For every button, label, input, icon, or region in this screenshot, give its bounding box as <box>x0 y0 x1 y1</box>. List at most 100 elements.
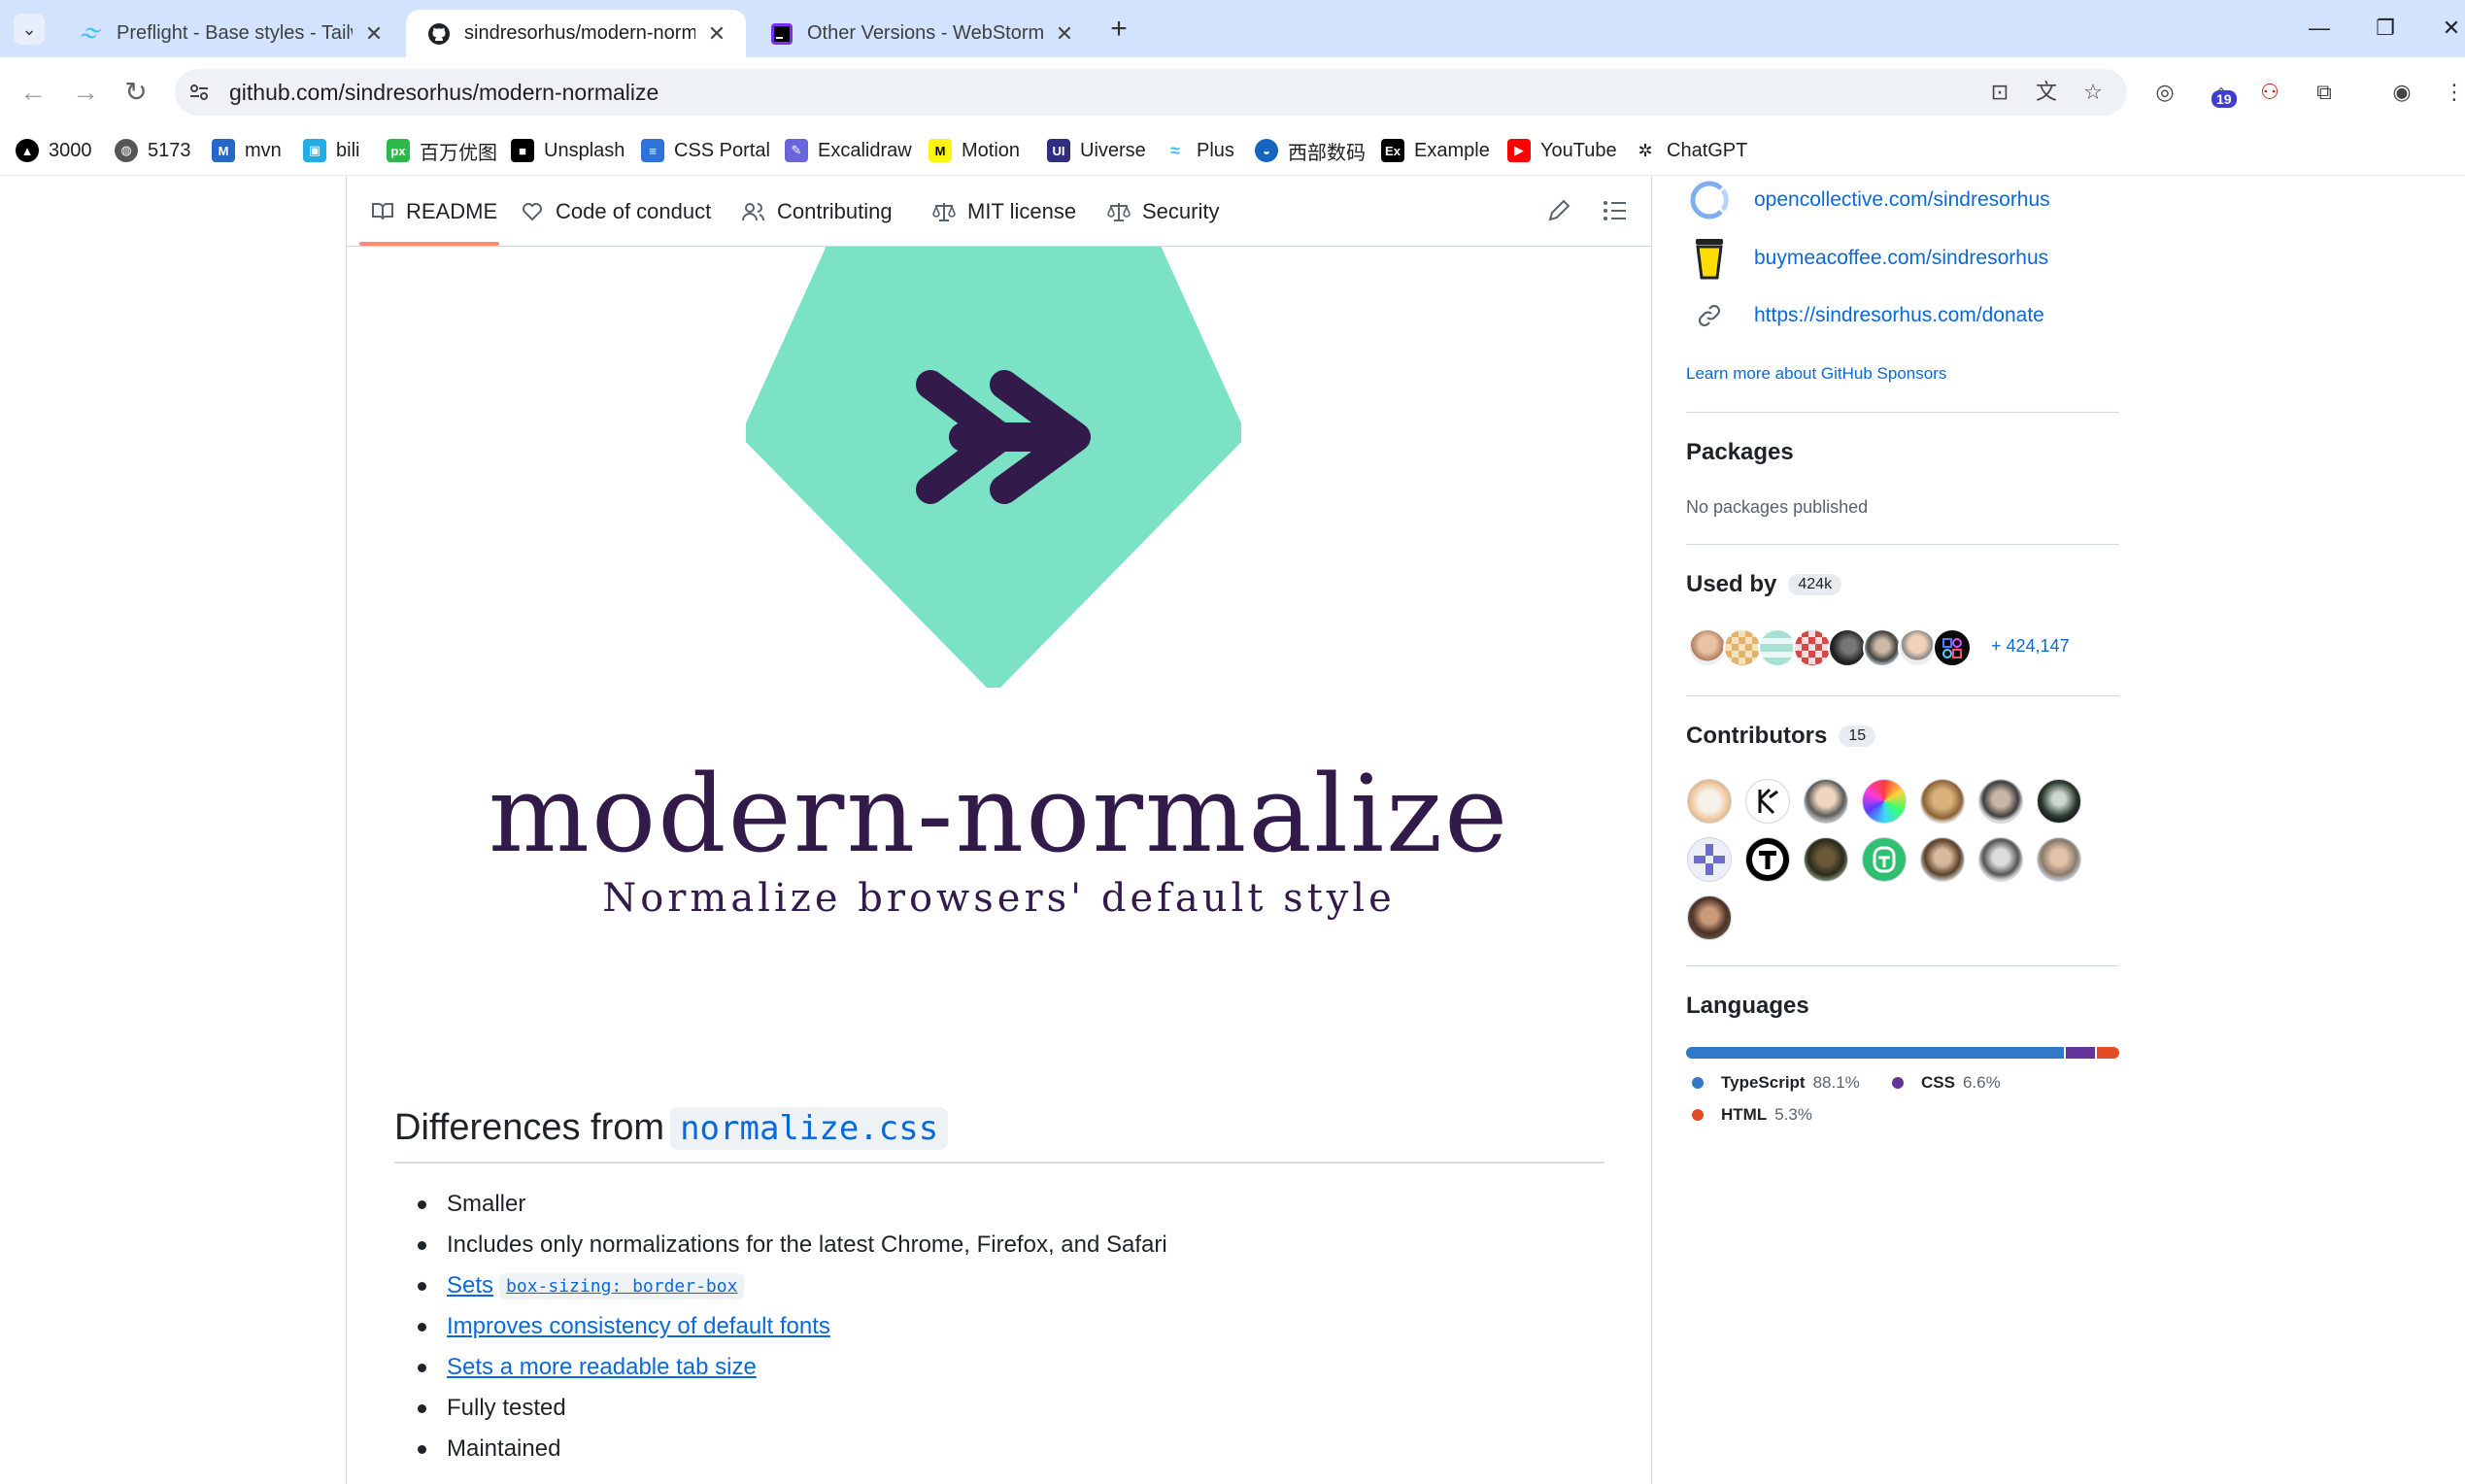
tab-security[interactable]: Security <box>1107 194 1219 229</box>
profile-icon[interactable]: ◉ <box>2385 76 2418 109</box>
sponsor-handle: sindresorhus <box>1933 188 2050 211</box>
back-button[interactable]: ← <box>14 73 52 112</box>
minimize-button[interactable]: — <box>2300 12 2339 45</box>
tab-readme[interactable]: README <box>371 194 497 229</box>
contributor-avatar[interactable] <box>1920 837 1965 882</box>
bookmark-label: Excalidraw <box>818 139 912 161</box>
list-item-link[interactable]: Sets <box>447 1272 493 1299</box>
restore-button[interactable]: ❐ <box>2366 12 2405 45</box>
contributor-avatar[interactable] <box>1687 895 1732 940</box>
packages-text: No packages published <box>1686 497 1869 517</box>
bookmark-item[interactable]: Mmvn <box>212 133 282 168</box>
extension-icon[interactable]: ◎ <box>2148 76 2181 109</box>
install-app-icon[interactable]: ⊡ <box>1983 76 2016 109</box>
bookmark-item[interactable]: ◒ 西部数码 <box>1255 133 1366 168</box>
learn-more-link[interactable]: Learn more about GitHub Sponsors <box>1686 364 1946 384</box>
list-item-text: Smaller <box>447 1191 526 1217</box>
bookmark-item[interactable]: ◍ 5173 <box>115 133 191 168</box>
bookmark-item[interactable]: Ex Example <box>1381 133 1490 168</box>
contributor-avatar[interactable] <box>1687 837 1732 882</box>
outline-list-icon[interactable] <box>1601 196 1630 225</box>
edit-pencil-icon[interactable] <box>1544 196 1573 225</box>
active-tab-indicator <box>359 242 499 246</box>
contributor-avatar[interactable] <box>2037 779 2081 824</box>
sidebar-divider <box>1686 695 2119 696</box>
url-text[interactable]: github.com/sindresorhus/modern-normalize <box>229 78 658 107</box>
sponsor-link[interactable]: opencollective.com/sindresorhus <box>1686 179 2050 221</box>
used-by-header[interactable]: Used by 424k <box>1686 571 1842 598</box>
site-info-icon[interactable] <box>186 80 212 105</box>
avatar[interactable] <box>1688 628 1727 667</box>
avatar[interactable] <box>1758 628 1797 667</box>
avatar[interactable] <box>1933 628 1972 667</box>
contributor-avatar[interactable] <box>1687 779 1732 824</box>
contributor-avatar[interactable] <box>1804 837 1848 882</box>
avatar[interactable] <box>1898 628 1937 667</box>
contributor-avatar[interactable] <box>2037 837 2081 882</box>
bookmark-item[interactable]: ✲ ChatGPT <box>1634 133 1747 168</box>
avatar[interactable] <box>1793 628 1832 667</box>
bookmark-item[interactable]: UI Uiverse <box>1047 133 1146 168</box>
sponsor-link[interactable]: https://sindresorhus.com/donate <box>1686 294 2044 337</box>
language-item[interactable]: HTML 5.3% <box>1692 1105 1812 1125</box>
bookmark-star-icon[interactable]: ☆ <box>2077 76 2110 109</box>
bookmark-item[interactable]: ■ Unsplash <box>511 133 625 168</box>
tab-contributing[interactable]: Contributing <box>742 194 893 229</box>
tab-search-button[interactable]: ⌄ <box>14 14 45 45</box>
close-icon[interactable]: ✕ <box>705 21 728 46</box>
contributor-avatar[interactable] <box>1978 779 2023 824</box>
bookmark-item[interactable]: px 百万优图 <box>387 133 497 168</box>
list-item[interactable]: Sets a more readable tab size <box>418 1348 757 1387</box>
browser-tab[interactable]: Preflight - Base styles - Tailwi ✕ <box>58 10 403 57</box>
heading-text: Differences from <box>394 1107 665 1148</box>
packages-title[interactable]: Packages <box>1686 439 1794 466</box>
sponsor-prefix: https://sindresorhus.com/donate <box>1754 304 2044 326</box>
contributor-avatar[interactable] <box>1862 779 1907 824</box>
list-item-link[interactable]: Improves consistency of default fonts <box>447 1313 830 1340</box>
language-item[interactable]: CSS 6.6% <box>1892 1073 2001 1093</box>
contributor-avatar[interactable] <box>1745 779 1790 824</box>
tab-mit-license[interactable]: MIT license <box>932 194 1076 229</box>
avatar[interactable] <box>1863 628 1902 667</box>
tab-code-of-conduct[interactable]: Code of conduct <box>521 194 711 229</box>
sponsor-link[interactable]: buymeacoffee.com/sindresorhus <box>1686 237 2048 280</box>
browser-tab-active[interactable]: sindresorhus/modern-norma ✕ <box>406 10 746 57</box>
contributor-avatar[interactable] <box>1804 779 1848 824</box>
reload-button[interactable]: ↻ <box>117 73 155 112</box>
list-item[interactable]: Improves consistency of default fonts <box>418 1307 830 1346</box>
contributors-header[interactable]: Contributors 15 <box>1686 723 1876 750</box>
contributor-avatar[interactable] <box>1978 837 2023 882</box>
bookmark-item[interactable]: ▶ YouTube <box>1507 133 1617 168</box>
list-item-text: Includes only normalizations for the lat… <box>447 1231 1167 1258</box>
close-icon[interactable]: ✕ <box>1053 21 1076 46</box>
bookmark-item[interactable]: ▣ bili <box>303 133 359 168</box>
bookmark-item[interactable]: ✎ Excalidraw <box>785 133 912 168</box>
new-tab-button[interactable]: + <box>1101 12 1136 47</box>
browser-tab[interactable]: Other Versions - WebStorm ✕ <box>749 10 1094 57</box>
list-item-text: Fully tested <box>447 1395 566 1421</box>
puzzle-icon[interactable]: ⧉ <box>2308 76 2341 109</box>
list-item-code[interactable]: box-sizing: border-box <box>499 1272 745 1299</box>
youtube-icon: ▶ <box>1507 139 1531 162</box>
forward-button[interactable]: → <box>66 73 105 112</box>
translate-icon[interactable]: 文 <box>2030 76 2063 109</box>
bookmark-item[interactable]: ≡ CSS Portal <box>641 133 770 168</box>
close-icon[interactable]: ✕ <box>362 21 386 46</box>
close-window-button[interactable]: ✕ <box>2432 12 2465 45</box>
extension-icon[interactable]: ⚇ <box>2253 76 2286 109</box>
bookmark-item[interactable]: M Motion <box>929 133 1020 168</box>
list-item-link[interactable]: Sets a more readable tab size <box>447 1354 757 1381</box>
bookmark-item[interactable]: ≈ Plus <box>1164 133 1234 168</box>
contributor-avatar[interactable] <box>1920 779 1965 824</box>
menu-icon[interactable]: ⋮ <box>2438 76 2465 109</box>
used-by-more-link[interactable]: + 424,147 <box>1991 636 2070 657</box>
avatar[interactable] <box>1828 628 1867 667</box>
language-item[interactable]: TypeScript 88.1% <box>1692 1073 1860 1093</box>
avatar[interactable] <box>1723 628 1762 667</box>
list-item[interactable]: Sets box-sizing: border-box <box>418 1266 745 1305</box>
contributor-avatar[interactable] <box>1745 837 1790 882</box>
contributor-avatar[interactable] <box>1862 837 1907 882</box>
bookmark-item[interactable]: ▲ 3000 <box>16 133 92 168</box>
language-dot <box>1692 1109 1704 1121</box>
heading-code-link[interactable]: normalize.css <box>670 1107 949 1150</box>
